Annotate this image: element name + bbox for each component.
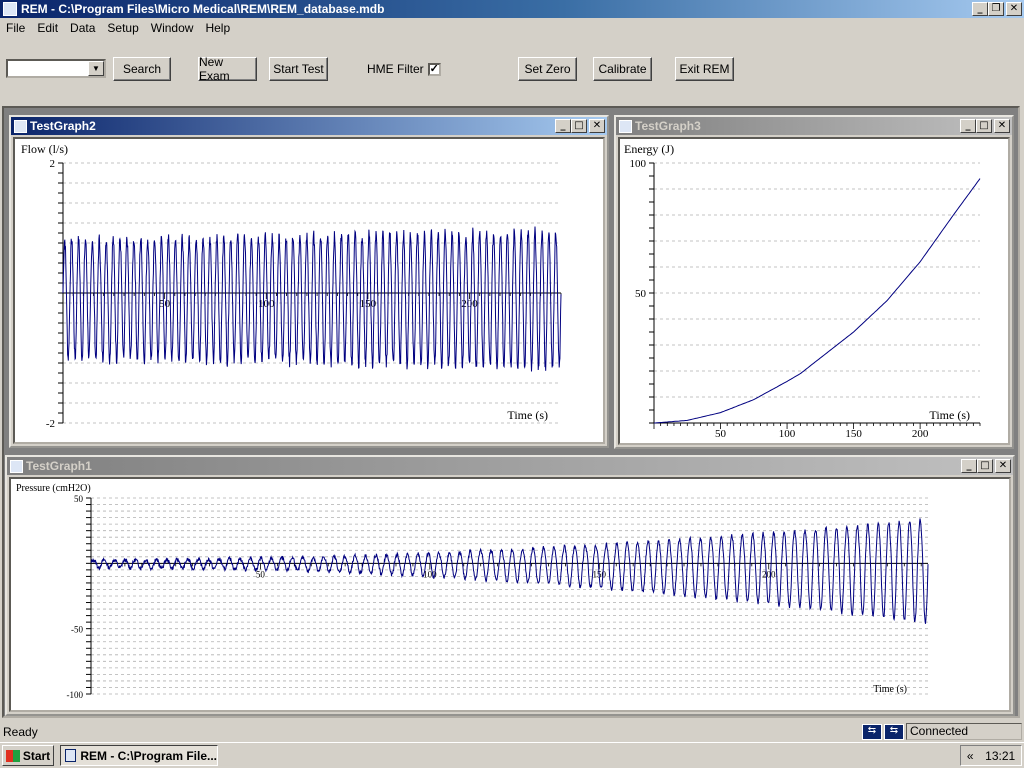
pressure-series-line [90, 518, 929, 624]
window-titlebar[interactable]: REM - C:\Program Files\Micro Medical\REM… [0, 0, 1024, 18]
minimize-icon[interactable]: _ [555, 119, 571, 133]
app-icon [65, 749, 77, 762]
close-icon[interactable]: ✕ [1006, 2, 1022, 16]
y-tick-label: -2 [46, 418, 55, 430]
testgraph3-window[interactable]: TestGraph3 _ □ ✕ 50 100 150 200 100 50 Energy … [614, 115, 1014, 449]
device-link-icon: ⇆ [862, 724, 882, 740]
x-tick-label: 50 [715, 428, 727, 440]
y-axis-title: Flow (l/s) [21, 142, 68, 156]
hme-filter-checkbox[interactable]: ✓ [427, 62, 441, 76]
testgraph2-controls: _ □ ✕ [555, 119, 605, 133]
menu-help[interactable]: Help [199, 21, 236, 35]
flow-plot-area: 50 100 150 200 2 -2 Flow (l/s) Time (s) [13, 137, 605, 444]
energy-chart: 50 100 150 200 100 50 Energy (J) Time (s) [624, 142, 981, 440]
y-tick-label: -50 [71, 625, 83, 635]
testgraph2-title: TestGraph2 [30, 119, 96, 133]
testgraph1-title: TestGraph1 [26, 459, 92, 473]
graph-icon [619, 119, 632, 133]
testgraph3-title: TestGraph3 [635, 119, 701, 133]
windows-logo-icon [5, 749, 20, 762]
chevron-down-icon[interactable]: ▼ [88, 61, 104, 76]
device-status-icon: ⇆ [884, 724, 904, 740]
flow-chart: 50 100 150 2002-2Flow (l/s)Time (s) [21, 142, 562, 430]
tray-expand-icon[interactable]: « [967, 749, 974, 763]
maximize-icon[interactable]: □ [976, 119, 992, 133]
close-icon[interactable]: ✕ [994, 119, 1010, 133]
minimize-icon[interactable]: _ [961, 459, 977, 473]
x-tick-label: 200 [912, 428, 929, 440]
testgraph3-controls: _ □ ✕ [960, 119, 1010, 133]
start-test-button[interactable]: Start Test [269, 57, 328, 81]
x-tick-label: 200 [762, 569, 776, 579]
taskbar-rem-button[interactable]: REM - C:\Program File... [60, 745, 218, 766]
testgraph1-window[interactable]: TestGraph1 _ □ ✕ 50 100 150 200 50 -50 -100 Pre… [5, 455, 1015, 716]
status-connected: Connected [906, 723, 1022, 740]
menu-edit[interactable]: Edit [31, 21, 64, 35]
minimize-icon[interactable]: _ [972, 2, 988, 16]
minimize-icon[interactable]: _ [960, 119, 976, 133]
x-axis-title: Time (s) [507, 408, 548, 422]
energy-plot-area: 50 100 150 200 100 50 Energy (J) Time (s) [618, 137, 1010, 445]
start-label: Start [22, 748, 51, 763]
system-tray: « 13:21 [960, 745, 1022, 766]
close-icon[interactable]: ✕ [995, 459, 1011, 473]
testgraph2-window[interactable]: TestGraph2 _ □ ✕ 50 100 150 200 2 -2 Flow (l/s… [9, 115, 609, 448]
menu-data[interactable]: Data [64, 21, 101, 35]
x-tick-label: 150 [845, 428, 862, 440]
x-tick-label: 50 [159, 298, 171, 310]
graph-icon [14, 119, 27, 133]
menu-window[interactable]: Window [145, 21, 200, 35]
y-axis-title: Pressure (cmH2O) [16, 483, 91, 494]
patient-combo[interactable]: ▼ [6, 59, 106, 78]
taskbar-rem-label: REM - C:\Program File... [80, 748, 217, 763]
pressure-chart: 50 100 150 20050-50-100Pressure (cmH2O)Time… [16, 483, 929, 700]
y-tick-label: 100 [630, 158, 647, 170]
x-tick-label: 50 [256, 569, 266, 579]
testgraph2-titlebar[interactable]: TestGraph2 _ □ ✕ [11, 117, 607, 135]
y-tick-label: 50 [635, 288, 647, 300]
pressure-plot-area: 50 100 150 200 50 -50 -100 Pressure (cmH2O) Time… [9, 477, 1011, 712]
window-controls: _ ❐ ✕ [972, 2, 1022, 16]
x-tick-label: 100 [779, 428, 796, 440]
restore-icon[interactable]: ❐ [988, 2, 1004, 16]
exit-rem-button[interactable]: Exit REM [675, 57, 734, 81]
taskbar: Start REM - C:\Program File... « 13:21 [0, 742, 1024, 768]
hme-filter[interactable]: HME Filter ✓ [367, 62, 441, 76]
menu-file[interactable]: File [0, 21, 31, 35]
graph-icon [10, 459, 23, 473]
y-tick-label: 2 [50, 158, 56, 170]
set-zero-button[interactable]: Set Zero [518, 57, 577, 81]
testgraph1-titlebar[interactable]: TestGraph1 _ □ ✕ [7, 457, 1013, 475]
maximize-icon[interactable]: □ [977, 459, 993, 473]
flow-series-line [62, 226, 562, 372]
testgraph3-titlebar[interactable]: TestGraph3 _ □ ✕ [616, 117, 1012, 135]
testgraph1-controls: _ □ ✕ [961, 459, 1011, 473]
statusbar: Ready ⇆ ⇆ Connected [0, 722, 1024, 742]
window-title: REM - C:\Program Files\Micro Medical\REM… [21, 2, 385, 16]
calibrate-button[interactable]: Calibrate [593, 57, 652, 81]
clock: 13:21 [985, 748, 1016, 763]
search-button[interactable]: Search [113, 57, 171, 81]
y-tick-label: -100 [67, 690, 84, 700]
app-icon [3, 2, 17, 16]
y-axis-title: Energy (J) [624, 142, 674, 156]
hme-filter-label: HME Filter [367, 62, 424, 76]
menu-setup[interactable]: Setup [101, 21, 144, 35]
status-ready: Ready [3, 725, 38, 739]
menubar: File Edit Data Setup Window Help [0, 19, 1024, 37]
new-exam-button[interactable]: New Exam [198, 55, 257, 83]
x-axis-title: Time (s) [873, 684, 907, 695]
x-axis-title: Time (s) [929, 408, 970, 422]
start-button[interactable]: Start [2, 745, 54, 766]
maximize-icon[interactable]: □ [571, 119, 587, 133]
y-tick-label: 50 [74, 494, 84, 504]
close-icon[interactable]: ✕ [589, 119, 605, 133]
